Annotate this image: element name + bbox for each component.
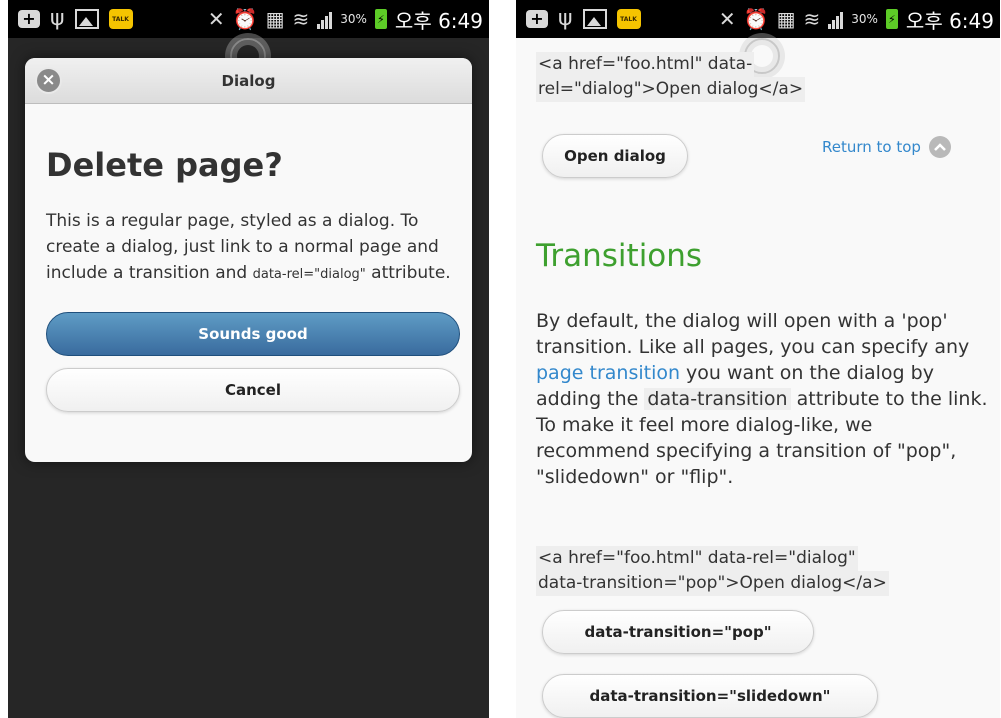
code-line: rel="dialog">Open dialog</a> [536,77,806,102]
usb-icon: ψ [50,6,65,31]
plus-icon: + [18,10,40,28]
alarm-icon: ⏰ [743,7,769,31]
inline-code: data-transition [644,388,791,410]
dialog-title: Dialog [221,71,276,90]
description-code: data-rel="dialog" [252,267,366,282]
return-to-top-link[interactable]: Return to top [822,136,951,158]
data-icon: ▦ [776,7,796,31]
battery-icon: ⚡ [885,9,898,29]
dialog-description: This is a regular page, styled as a dial… [46,208,452,288]
close-button[interactable]: × [35,67,62,94]
transitions-description: By default, the dialog will open with a … [536,308,992,490]
status-bar: + ψ TALK ✕ ⏰ ▦ ≋ 30% ⚡ 오후 6:49 [8,0,489,38]
clock: 오후 6:49 [905,8,994,33]
sounds-good-button[interactable]: Sounds good [46,312,460,356]
data-icon: ▦ [265,7,285,31]
code-example-bottom: <a href="foo.html" data-rel="dialog" dat… [536,546,992,596]
status-bar: + ψ TALK ✕ ⏰ ▦ ≋ 30% ⚡ 오후 6:49 [516,0,1000,38]
system-icons: ✕ ⏰ ▦ ≋ 30% ⚡ 오후 6:49 [719,5,1000,34]
code-line: <a href="foo.html" data-rel="dialog" [536,546,858,571]
transition-slidedown-button[interactable]: data-transition="slidedown" [542,674,878,718]
cancel-button[interactable]: Cancel [46,368,460,412]
clock: 오후 6:49 [394,8,483,33]
kakaotalk-icon: TALK [108,9,133,29]
signal-icon [317,9,333,29]
dialog-heading: Delete page? [46,146,283,184]
right-screen: + ψ TALK ✕ ⏰ ▦ ≋ 30% ⚡ 오후 6:49 <a href="… [516,0,1000,718]
page-content: <a href="foo.html" data- rel="dialog">Op… [516,38,1000,718]
left-screen: + ψ TALK ✕ ⏰ ▦ ≋ 30% ⚡ 오후 6:49 × Dialog … [8,0,489,718]
image-icon [74,9,99,29]
mute-icon: ✕ [718,7,736,31]
plus-icon: + [526,10,548,28]
open-dialog-button[interactable]: Open dialog [542,134,688,178]
battery-icon: ⚡ [374,9,387,29]
code-line: data-transition="pop">Open dialog</a> [536,571,889,596]
page-transition-link[interactable]: page transition [536,362,680,384]
usb-icon: ψ [558,6,573,31]
section-title: Transitions [536,238,703,274]
paragraph-text: By default, the dialog will open with a … [536,310,970,358]
battery-percent: 30% [340,12,367,26]
arrow-up-icon [928,136,951,158]
dialog: × Dialog Delete page? This is a regular … [25,58,472,462]
dialog-header: × Dialog [25,58,472,104]
notification-icons: + ψ TALK [8,8,133,30]
code-example-top: <a href="foo.html" data- rel="dialog">Op… [536,52,992,102]
description-text-end: attribute. [365,263,451,283]
battery-percent: 30% [851,12,878,26]
wifi-icon: ≋ [803,7,821,31]
mute-icon: ✕ [207,7,225,31]
alarm-icon: ⏰ [232,7,258,31]
dialog-body: Delete page? This is a regular page, sty… [25,104,472,412]
signal-icon [828,9,844,29]
code-line: <a href="foo.html" data- [536,52,755,77]
notification-icons: + ψ TALK [516,8,641,30]
transition-pop-button[interactable]: data-transition="pop" [542,610,814,654]
kakaotalk-icon: TALK [616,9,641,29]
return-to-top-label: Return to top [822,138,921,156]
close-icon: × [41,70,56,90]
system-icons: ✕ ⏰ ▦ ≋ 30% ⚡ 오후 6:49 [208,5,489,34]
wifi-icon: ≋ [292,7,310,31]
image-icon [582,9,607,29]
